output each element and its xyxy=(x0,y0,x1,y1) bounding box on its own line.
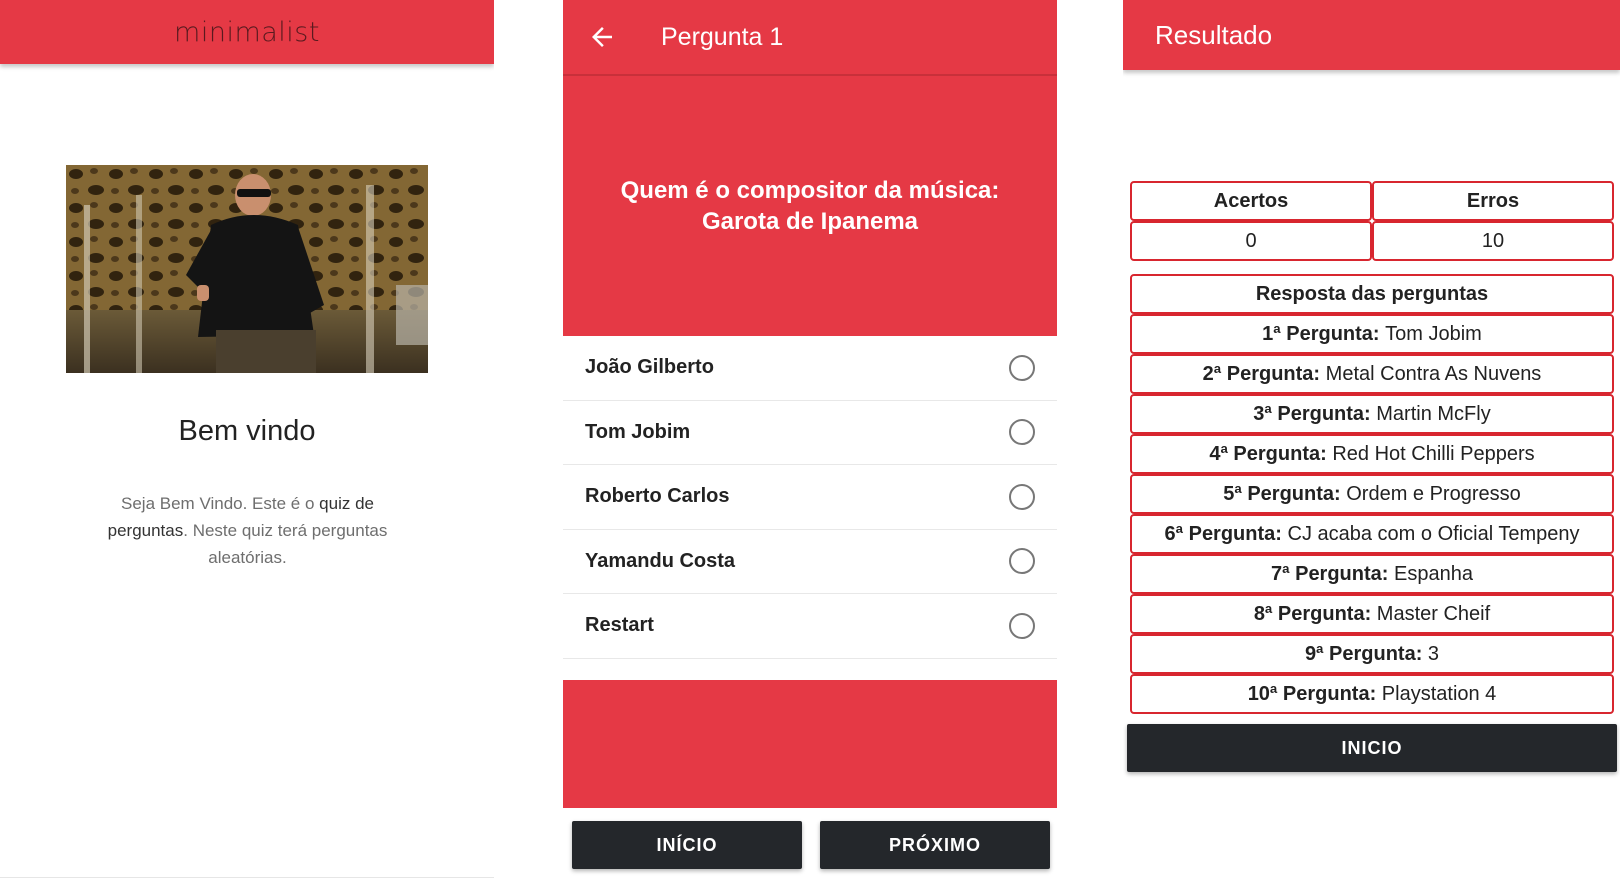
answer-row-label: 7ª Pergunta: xyxy=(1271,562,1389,585)
answers-header: Resposta das perguntas xyxy=(1130,274,1614,314)
welcome-screen: minimalist Bem vindo Seja Bem Vindo. Est… xyxy=(0,0,494,878)
question-screen: Pergunta 1 Quem é o compositor da música… xyxy=(563,0,1057,880)
result-title: Resultado xyxy=(1155,19,1273,50)
answer-row-value: Espanha xyxy=(1394,562,1473,585)
answer-row: 8ª Pergunta: Master Cheif xyxy=(1130,594,1614,634)
answer-option-label: Roberto Carlos xyxy=(585,485,730,508)
answer-row-label: 6ª Pergunta: xyxy=(1164,522,1282,545)
result-appbar: Resultado xyxy=(1123,0,1620,70)
answer-option-label: Restart xyxy=(585,614,654,637)
radio-button[interactable] xyxy=(1009,419,1035,446)
erros-header: Erros xyxy=(1372,181,1614,221)
answer-option[interactable]: Yamandu Costa xyxy=(563,530,1057,594)
answers-header-label: Resposta das perguntas xyxy=(1255,282,1489,305)
answer-row: 5ª Pergunta: Ordem e Progresso xyxy=(1130,474,1614,514)
answer-option[interactable]: Restart xyxy=(563,594,1057,659)
question-footer-band xyxy=(563,680,1057,808)
answer-row-label: 9ª Pergunta: xyxy=(1304,642,1423,665)
answer-row-value: Playstation 4 xyxy=(1381,682,1497,705)
answer-row: 1ª Pergunta: Tom Jobim xyxy=(1130,314,1614,354)
answer-row-value: Ordem e Progresso xyxy=(1346,482,1521,505)
answer-option-label: João Gilberto xyxy=(585,356,714,379)
answer-row-value: Martin McFly xyxy=(1376,402,1491,425)
answer-row-label: 2ª Pergunta: xyxy=(1202,362,1321,385)
acertos-header: Acertos xyxy=(1130,181,1372,221)
question-appbar: Pergunta 1 xyxy=(563,0,1057,76)
question-line-2: Garota de Ipanema xyxy=(701,208,919,235)
answer-row: 3ª Pergunta: Martin McFly xyxy=(1130,394,1614,434)
answer-option[interactable]: João Gilberto xyxy=(563,336,1057,401)
acertos-value: 0 xyxy=(1130,221,1372,261)
radio-button[interactable] xyxy=(1009,483,1035,510)
question-title: Pergunta 1 xyxy=(661,22,784,51)
answer-option-label: Yamandu Costa xyxy=(585,549,736,572)
answer-row-label: 10ª Pergunta: xyxy=(1247,682,1377,705)
answer-options-list: João Gilberto Tom Jobim Roberto Carlos Y… xyxy=(563,336,1057,659)
inicio-button[interactable]: INÍCIO xyxy=(572,821,802,869)
answer-row-value: Master Cheif xyxy=(1376,602,1491,625)
welcome-gif-image xyxy=(66,165,428,373)
answer-row-value: 3 xyxy=(1427,642,1440,665)
result-screen: Resultado Acertos Erros 0 10 Resposta da… xyxy=(1123,0,1620,880)
radio-button[interactable] xyxy=(1009,548,1035,575)
answer-row: 10ª Pergunta: Playstation 4 xyxy=(1130,674,1614,714)
back-arrow-icon[interactable] xyxy=(587,22,617,52)
question-line-1: Quem é o compositor da música: xyxy=(620,177,1000,204)
acertos-label: Acertos xyxy=(1213,189,1289,212)
desc-text-1: Seja Bem Vindo. Este é o xyxy=(121,494,320,513)
welcome-image-art xyxy=(66,165,428,373)
answer-row: 7ª Pergunta: Espanha xyxy=(1130,554,1614,594)
question-text: Quem é o compositor da música: Garota de… xyxy=(621,175,1000,237)
answer-row-label: 8ª Pergunta: xyxy=(1253,602,1372,625)
answer-row: 2ª Pergunta: Metal Contra As Nuvens xyxy=(1130,354,1614,394)
answer-row-value: Red Hot Chilli Peppers xyxy=(1332,442,1535,465)
welcome-title: Bem vindo xyxy=(178,415,316,447)
radio-button[interactable] xyxy=(1009,612,1035,639)
answer-row-label: 4ª Pergunta: xyxy=(1209,442,1327,465)
proximo-button[interactable]: PRÓXIMO xyxy=(820,821,1050,869)
answer-row-label: 5ª Pergunta: xyxy=(1223,482,1341,505)
question-box: Quem é o compositor da música: Garota de… xyxy=(563,76,1057,336)
answer-row: 4ª Pergunta: Red Hot Chilli Peppers xyxy=(1130,434,1614,474)
desc-text-2: . Neste quiz terá perguntas aleatórias. xyxy=(183,521,388,567)
welcome-description: Seja Bem Vindo. Este é o quiz de pergunt… xyxy=(80,490,415,571)
answer-row-value: Tom Jobim xyxy=(1385,322,1482,345)
erros-label: Erros xyxy=(1466,189,1520,212)
answer-option[interactable]: Tom Jobim xyxy=(563,401,1057,465)
answer-row: 9ª Pergunta: 3 xyxy=(1130,634,1614,674)
brand-logo: minimalist xyxy=(174,16,320,48)
radio-button[interactable] xyxy=(1009,354,1035,381)
answer-row-value: CJ acaba com o Oficial Tempeny xyxy=(1287,522,1580,545)
erros-value: 10 xyxy=(1372,221,1614,261)
inicio-button[interactable]: INICIO xyxy=(1127,724,1617,772)
answer-option[interactable]: Roberto Carlos xyxy=(563,465,1057,530)
welcome-appbar: minimalist xyxy=(0,0,494,64)
answer-row: 6ª Pergunta: CJ acaba com o Oficial Temp… xyxy=(1130,514,1614,554)
answer-row-label: 1ª Pergunta: xyxy=(1262,322,1380,345)
answer-option-label: Tom Jobim xyxy=(585,420,691,443)
answer-row-value: Metal Contra As Nuvens xyxy=(1325,362,1542,385)
answer-row-label: 3ª Pergunta: xyxy=(1253,402,1371,425)
